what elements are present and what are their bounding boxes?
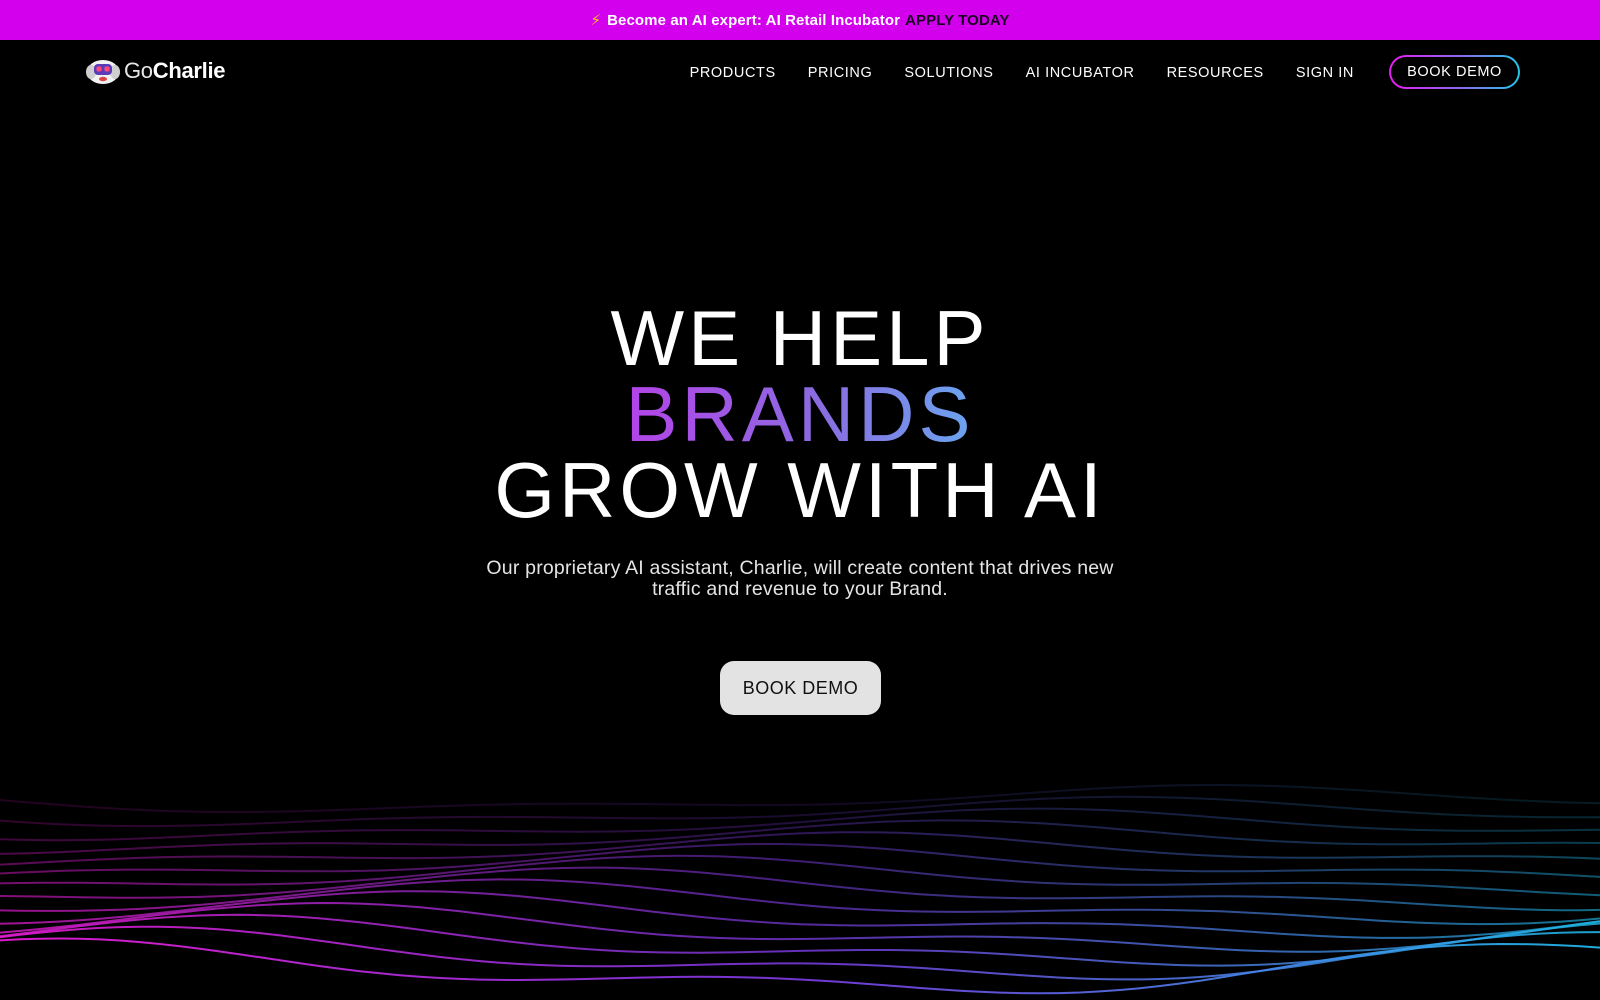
- nav-ai-incubator[interactable]: AI INCUBATOR: [1026, 65, 1135, 81]
- nav-sign-in[interactable]: SIGN IN: [1296, 65, 1354, 81]
- hero-subtitle: Our proprietary AI assistant, Charlie, w…: [486, 557, 1114, 600]
- promo-text: Become an AI expert: AI Retail Incubator: [607, 11, 901, 29]
- logo-wordmark: GoCharlie: [124, 58, 226, 83]
- nav-resources[interactable]: RESOURCES: [1167, 65, 1264, 81]
- wave-line: [0, 831, 1600, 866]
- wave-line: [0, 937, 1600, 995]
- nav-products[interactable]: PRODUCTS: [690, 65, 776, 81]
- wave-line: [0, 901, 1600, 953]
- wave-line: [0, 913, 1600, 967]
- nav-solutions[interactable]: SOLUTIONS: [904, 65, 993, 81]
- promo-banner: ⚡ Become an AI expert: AI Retail Incubat…: [0, 0, 1600, 40]
- wave-line: [0, 878, 1600, 926]
- wave-line: [0, 783, 1600, 814]
- hero-line-2: BRANDS: [625, 370, 975, 458]
- wave-line: [0, 854, 1600, 897]
- decorative-waves: [0, 783, 1600, 995]
- nav-links: PRODUCTS PRICING SOLUTIONS AI INCUBATOR …: [690, 56, 1354, 90]
- book-demo-nav-button[interactable]: BOOK DEMO: [1389, 55, 1520, 89]
- wave-line: [0, 925, 1600, 981]
- hero-line-1: WE HELP: [610, 294, 990, 382]
- robot-mascot-icon: [86, 60, 120, 84]
- nav-pricing[interactable]: PRICING: [808, 65, 873, 81]
- lightning-bolt-icon: ⚡: [590, 12, 602, 29]
- top-navigation: GoCharlie PRODUCTS PRICING SOLUTIONS AI …: [0, 40, 1600, 106]
- wave-line: [0, 819, 1600, 855]
- hero-line-3: GROW WITH AI: [494, 446, 1106, 534]
- book-demo-hero-button[interactable]: BOOK DEMO: [720, 661, 881, 715]
- book-demo-nav-label: BOOK DEMO: [1391, 57, 1518, 87]
- apply-today-link[interactable]: APPLY TODAY: [905, 12, 1009, 29]
- hero-section: WE HELP BRANDS GROW WITH AI Our propriet…: [0, 294, 1600, 600]
- gocharlie-logo[interactable]: GoCharlie: [84, 56, 226, 86]
